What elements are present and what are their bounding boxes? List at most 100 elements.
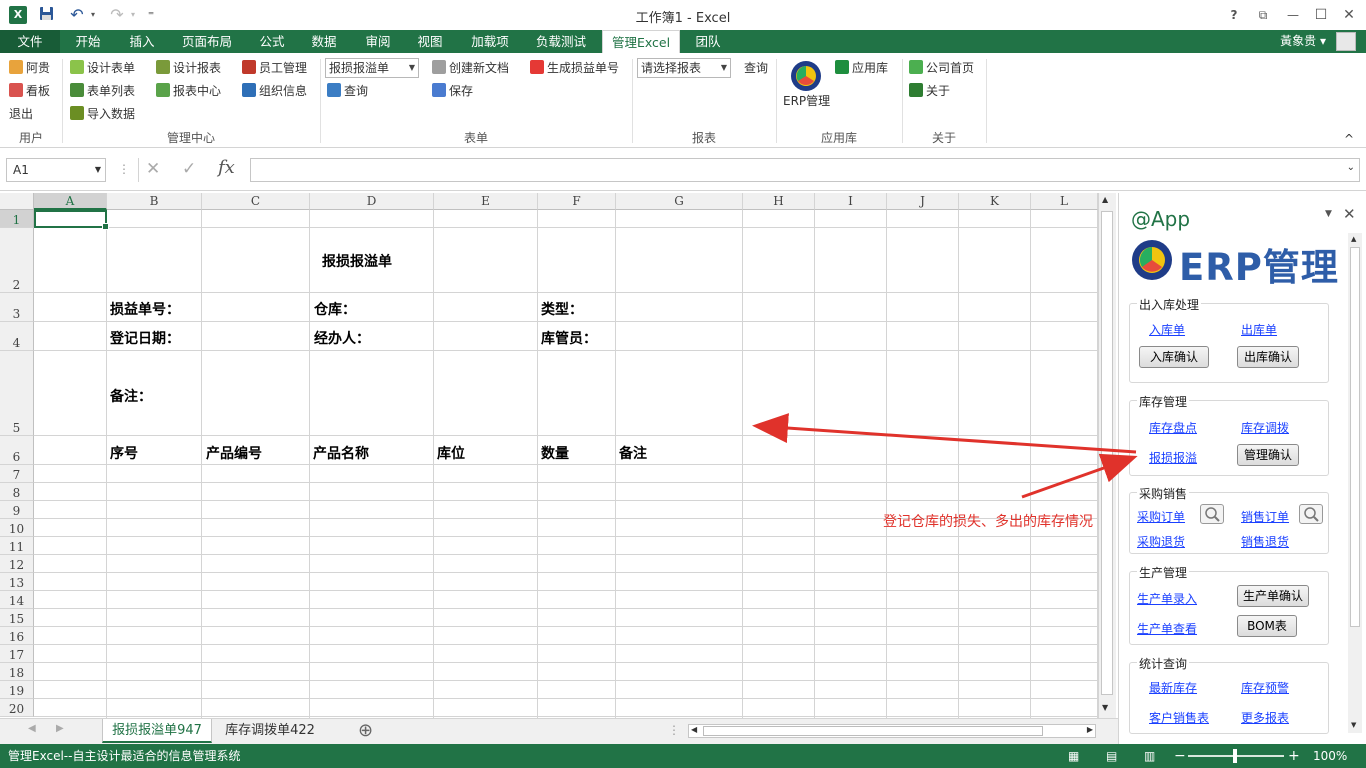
pane-scrollbar[interactable]: ▲ ▼ [1348,233,1362,733]
column-header-a[interactable]: A [34,193,107,210]
enter-icon[interactable]: ✓ [182,159,196,179]
worksheet-grid[interactable]: ABCDEFGHIJKL 1 2 3 4 5 6 7 8 9 10 11 12 13 14 15 16 17 18… [0,193,1098,718]
pane-options-icon[interactable]: ▼ [1325,209,1332,219]
form-query-button[interactable]: 查询 [327,81,368,101]
maximize-icon[interactable]: ☐ [1312,6,1330,24]
add-sheet-icon[interactable]: ⊕ [358,720,373,741]
column-header-h[interactable]: H [743,193,815,210]
zoom-out-icon[interactable]: − [1174,744,1186,768]
prod-view-link[interactable]: 生产单查看 [1137,620,1197,637]
org-info-button[interactable]: 组织信息 [242,81,307,101]
formula-input[interactable]: ⌄ [250,158,1360,182]
erp-logo-icon[interactable] [790,60,822,92]
purchase-search-icon[interactable] [1200,504,1224,524]
row-header-17[interactable]: 17 [0,645,34,663]
scroll-up-icon[interactable]: ▲ [1102,195,1108,204]
user-name[interactable]: 黃象贵 ▾ [1280,30,1326,53]
name-box[interactable]: A1 ▼ [6,158,106,182]
customize-qat-icon[interactable]: ⁼ [144,6,158,24]
insert-function-icon[interactable]: fx [218,157,235,178]
vertical-scrollbar[interactable]: ▲ ▼ [1098,193,1116,718]
save-icon[interactable] [36,6,56,24]
mgmt-confirm-button[interactable]: 管理确认 [1237,444,1299,466]
row-header-3[interactable]: 3 [0,293,34,322]
select-all-corner[interactable] [0,193,34,210]
zoom-in-icon[interactable]: + [1288,744,1300,768]
tab-team[interactable]: 团队 [688,30,728,53]
row-header-20[interactable]: 20 [0,699,34,717]
customer-sales-link[interactable]: 客户销售表 [1149,709,1209,726]
minimize-icon[interactable]: — [1284,6,1302,24]
row-header-4[interactable]: 4 [0,322,34,351]
save-form-button[interactable]: 保存 [432,81,473,101]
import-data-button[interactable]: 导入数据 [70,104,135,124]
tab-file[interactable]: 文件 [0,30,60,53]
stock-in-confirm-button[interactable]: 入库确认 [1139,346,1209,368]
sheet-tab-transfer[interactable]: 库存调拨单422 [216,719,324,743]
row-header-12[interactable]: 12 [0,555,34,573]
gen-number-button[interactable]: 生成损益单号 [530,58,619,78]
row-header-11[interactable]: 11 [0,537,34,555]
row-header-18[interactable]: 18 [0,663,34,681]
column-header-d[interactable]: D [310,193,434,210]
scroll-thumb[interactable] [1101,211,1113,695]
column-header-j[interactable]: J [887,193,959,210]
stock-out-link[interactable]: 出库单 [1241,321,1277,338]
zoom-slider-thumb[interactable] [1233,749,1237,763]
staff-mgmt-button[interactable]: 员工管理 [242,58,307,78]
stock-warning-link[interactable]: 库存预警 [1241,679,1289,696]
sales-return-link[interactable]: 销售退货 [1241,533,1289,550]
row-header-14[interactable]: 14 [0,591,34,609]
pane-close-icon[interactable]: ✕ [1343,205,1356,223]
report-query-button[interactable]: 查询 [744,58,768,78]
column-header-g[interactable]: G [616,193,743,210]
dashboard-button[interactable]: 看板 [9,81,50,101]
row-header-19[interactable]: 19 [0,681,34,699]
create-doc-button[interactable]: 创建新文档 [432,58,509,78]
row-header-6[interactable]: 6 [0,436,34,465]
erp-mgmt-label[interactable]: ERP管理 [783,91,830,111]
user-aguei-button[interactable]: 阿贵 [9,58,50,78]
row-header-1[interactable]: 1 [0,210,34,228]
logout-button[interactable]: 退出 [9,104,33,124]
loss-overflow-link[interactable]: 报损报溢 [1149,449,1197,466]
sheet-tab-loss[interactable]: 报损报溢单947 [102,719,212,743]
column-header-l[interactable]: L [1031,193,1098,210]
page-break-view-icon[interactable]: ▥ [1144,744,1155,768]
normal-view-icon[interactable]: ▦ [1068,744,1079,768]
report-select[interactable]: 请选择报表 ▼ [637,58,731,78]
scroll-up-icon[interactable]: ▲ [1351,235,1356,243]
tab-data[interactable]: 数据 [302,30,346,53]
scroll-right-icon[interactable]: ▶ [1087,725,1093,734]
form-select[interactable]: 报损报溢单 ▼ [325,58,419,78]
row-header-15[interactable]: 15 [0,609,34,627]
stock-transfer-link[interactable]: 库存调拨 [1241,419,1289,436]
collapse-ribbon-icon[interactable]: ^ [1344,129,1354,149]
scroll-left-icon[interactable]: ◀ [691,725,697,734]
design-form-button[interactable]: 设计表单 [70,58,135,78]
row-header-5[interactable]: 5 [0,351,34,436]
avatar[interactable] [1336,32,1356,51]
ribbon-display-icon[interactable]: ⧉ [1254,6,1272,24]
chevron-down-icon[interactable]: ⌄ [1347,162,1355,173]
scroll-down-icon[interactable]: ▼ [1102,703,1108,712]
row-header-9[interactable]: 9 [0,501,34,519]
next-sheet-icon[interactable]: ▶ [56,723,64,734]
tab-review[interactable]: 审阅 [356,30,400,53]
hscroll-thumb[interactable] [703,726,1043,736]
row-header-13[interactable]: 13 [0,573,34,591]
tab-home[interactable]: 开始 [64,30,112,53]
purchase-return-link[interactable]: 采购退货 [1137,533,1185,550]
active-cell-a1[interactable] [34,210,109,230]
tab-manage-excel[interactable]: 管理Excel [602,30,680,54]
scroll-down-icon[interactable]: ▼ [1351,721,1356,729]
report-center-button[interactable]: 报表中心 [156,81,221,101]
redo-dropdown-icon[interactable]: ▾ [128,6,138,24]
stock-in-link[interactable]: 入库单 [1149,321,1185,338]
tab-page-layout[interactable]: 页面布局 [172,30,242,53]
pane-scroll-thumb[interactable] [1350,247,1360,627]
row-header-16[interactable]: 16 [0,627,34,645]
sales-order-link[interactable]: 销售订单 [1241,508,1289,525]
more-reports-link[interactable]: 更多报表 [1241,709,1289,726]
tab-load-test[interactable]: 负载测试 [528,30,594,53]
